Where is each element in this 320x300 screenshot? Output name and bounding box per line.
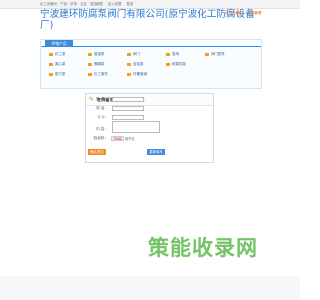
top-link-favorite[interactable]: 加入收藏 [108, 2, 122, 6]
folder-icon [205, 52, 209, 56]
folder-icon [127, 72, 131, 76]
folder-icon [49, 52, 53, 56]
submit-button[interactable]: 确认提交 [88, 149, 106, 155]
captcha-image[interactable]: 7582 [111, 136, 124, 141]
product-link[interactable]: 离心泵 [49, 62, 66, 67]
product-label: 泵阀 [172, 52, 179, 56]
folder-icon [166, 52, 170, 56]
product-label: 耐腐蚀泵 [172, 62, 186, 66]
content-label: 内 容： [96, 127, 108, 131]
folder-icon [127, 62, 131, 66]
product-label: 阀门配件 [211, 52, 225, 56]
tab-products[interactable]: 供销产品 [45, 40, 73, 47]
qq-label: Q Q： [97, 115, 108, 119]
captcha-refresh-link[interactable]: 看不清 [125, 137, 135, 141]
product-link[interactable]: 管道泵 [88, 52, 105, 57]
top-links: 收藏 加入收藏 登录 [96, 0, 137, 8]
product-link[interactable]: 磁力泵 [49, 72, 66, 77]
product-label: 隔膜泵 [94, 62, 105, 66]
product-label: 自吸泵 [133, 62, 144, 66]
product-link[interactable]: 化工泵 [49, 52, 66, 57]
product-link[interactable]: 耐腐蚀泵 [166, 62, 186, 67]
name-field[interactable] [112, 97, 144, 102]
qq-field[interactable] [112, 115, 144, 120]
member-link[interactable]: 会员管理 [247, 11, 261, 15]
content-textarea[interactable] [112, 121, 160, 133]
top-breadcrumb[interactable]: 化工设备网 · 产品 · 供求 · 企业 · 展会 [40, 0, 97, 8]
code-label: 验证码： [93, 136, 108, 140]
folder-icon [88, 72, 92, 76]
product-link[interactable]: 阀门配件 [205, 52, 225, 57]
folder-icon [166, 62, 170, 66]
phone-label: 电 话： [96, 106, 108, 110]
product-link[interactable]: 隔膜泵 [88, 62, 105, 67]
reset-button[interactable]: 重新填写 [147, 149, 165, 155]
product-link[interactable]: 泵阀 [166, 52, 179, 57]
tab-underline [41, 46, 261, 47]
top-bar: 化工设备网 · 产品 · 供求 · 企业 · 展会 收藏 加入收藏 登录 [0, 0, 300, 9]
phone-field[interactable] [112, 106, 144, 111]
product-link[interactable]: 自吸泵 [127, 62, 144, 67]
site-home-link[interactable]: 化工设备网 [225, 11, 243, 15]
product-label: 磁力泵 [55, 72, 66, 76]
product-link[interactable]: 衬氟管道 [127, 72, 147, 77]
folder-icon [49, 72, 53, 76]
header-right-links: 化工设备网 会员管理 [222, 11, 262, 16]
product-label: 化工管件 [94, 72, 108, 76]
watermark-text: 策能收录网 [148, 236, 258, 260]
top-link-bookmark[interactable]: 收藏 [96, 2, 103, 6]
top-link-login[interactable]: 登录 [127, 2, 134, 6]
product-label: 化工泵 [55, 52, 66, 56]
folder-icon [127, 52, 131, 56]
product-label: 管道泵 [94, 52, 105, 56]
folder-icon [88, 52, 92, 56]
product-label: 离心泵 [55, 62, 66, 66]
product-label: 阀门 [133, 52, 140, 56]
products-panel: 供销产品 化工泵 管道泵 阀门 泵阀 阀门配件 离心泵 隔膜泵 自吸泵 耐腐蚀泵… [40, 39, 262, 89]
footer [0, 276, 300, 300]
product-link[interactable]: 化工管件 [88, 72, 108, 77]
name-label: 姓 名： [96, 97, 108, 101]
folder-icon [88, 62, 92, 66]
product-link[interactable]: 阀门 [127, 52, 140, 57]
product-label: 衬氟管道 [133, 72, 147, 76]
folder-icon [49, 62, 53, 66]
